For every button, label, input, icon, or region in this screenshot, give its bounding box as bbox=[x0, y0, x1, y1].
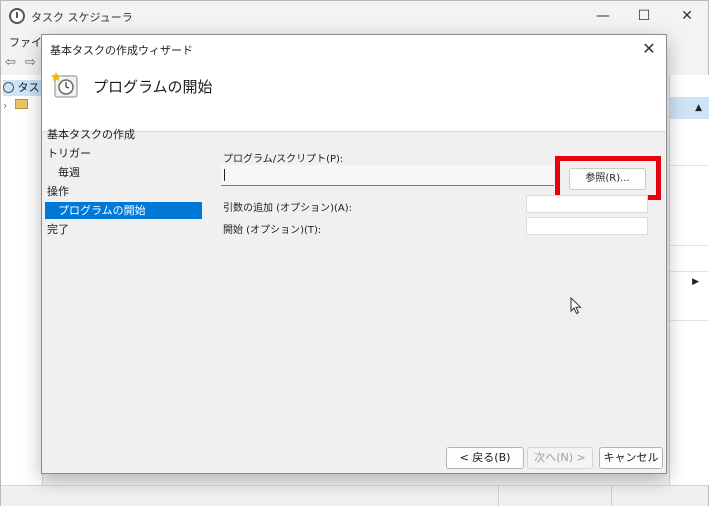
main-window-title: タスク スケジューラ bbox=[31, 11, 133, 24]
clock-icon bbox=[9, 8, 25, 24]
program-script-label: プログラム/スクリプト(P): bbox=[223, 154, 344, 165]
task-clock-icon bbox=[51, 72, 78, 98]
add-arguments-label: 引数の追加 (オプション)(A): bbox=[223, 203, 352, 214]
start-in-label: 開始 (オプション)(T): bbox=[223, 225, 322, 236]
tree-item-root[interactable]: タス bbox=[3, 80, 43, 96]
divider bbox=[670, 320, 709, 321]
main-titlebar: タスク スケジューラ — ☐ ✕ bbox=[1, 1, 708, 31]
back-arrow-icon[interactable]: ⇦ bbox=[5, 55, 16, 70]
status-bar bbox=[1, 485, 708, 506]
step-action[interactable]: 操作 bbox=[47, 183, 69, 200]
actions-pane: ▲ ▶ bbox=[669, 75, 709, 485]
step-start-program[interactable]: プログラムの開始 bbox=[45, 202, 202, 219]
close-button[interactable]: ✕ bbox=[664, 1, 709, 31]
program-script-input[interactable] bbox=[221, 165, 554, 186]
text-caret bbox=[224, 169, 225, 181]
dialog-title: 基本タスクの作成ウィザード bbox=[50, 44, 193, 57]
add-arguments-input[interactable] bbox=[526, 195, 648, 213]
step-trigger[interactable]: トリガー bbox=[47, 145, 91, 162]
expand-right-icon[interactable]: ▶ bbox=[692, 277, 699, 287]
forward-arrow-icon[interactable]: ⇨ bbox=[25, 55, 36, 70]
tree-item-label: タス bbox=[17, 81, 40, 94]
dialog-header: プログラムの開始 bbox=[42, 62, 666, 132]
wizard-steps: 基本タスクの作成 トリガー 毎週 操作 プログラムの開始 完了 bbox=[42, 128, 212, 432]
highlight-box bbox=[555, 156, 661, 200]
tree-item-library[interactable]: › bbox=[3, 99, 28, 112]
create-basic-task-wizard: 基本タスクの作成ウィザード ✕ プログラムの開始 基本タスクの作成 トリガー 毎… bbox=[41, 34, 667, 474]
step-finish[interactable]: 完了 bbox=[47, 221, 69, 238]
collapse-up-icon: ▲ bbox=[695, 103, 702, 113]
actions-header[interactable]: ▲ bbox=[670, 97, 709, 119]
divider bbox=[670, 271, 709, 272]
dialog-titlebar: 基本タスクの作成ウィザード ✕ bbox=[42, 35, 666, 62]
step-weekly[interactable]: 毎週 bbox=[58, 164, 80, 181]
chevron-right-icon: › bbox=[3, 99, 8, 112]
dialog-close-button[interactable]: ✕ bbox=[632, 35, 666, 62]
maximize-button[interactable]: ☐ bbox=[621, 1, 667, 31]
page-title: プログラムの開始 bbox=[93, 78, 213, 96]
back-button[interactable]: < 戻る(B) bbox=[446, 447, 524, 469]
divider bbox=[498, 486, 499, 506]
divider bbox=[611, 486, 612, 506]
start-in-input[interactable] bbox=[526, 217, 648, 235]
mouse-pointer-icon bbox=[570, 297, 582, 315]
next-button[interactable]: 次へ(N) > bbox=[527, 447, 593, 469]
navigation-tree: タス › bbox=[1, 75, 43, 485]
clock-icon bbox=[3, 82, 14, 93]
minimize-button[interactable]: — bbox=[580, 1, 626, 31]
step-create-basic-task[interactable]: 基本タスクの作成 bbox=[47, 126, 135, 143]
divider bbox=[670, 245, 709, 246]
folder-icon bbox=[14, 99, 28, 109]
divider bbox=[670, 165, 709, 166]
cancel-button[interactable]: キャンセル bbox=[599, 447, 663, 469]
